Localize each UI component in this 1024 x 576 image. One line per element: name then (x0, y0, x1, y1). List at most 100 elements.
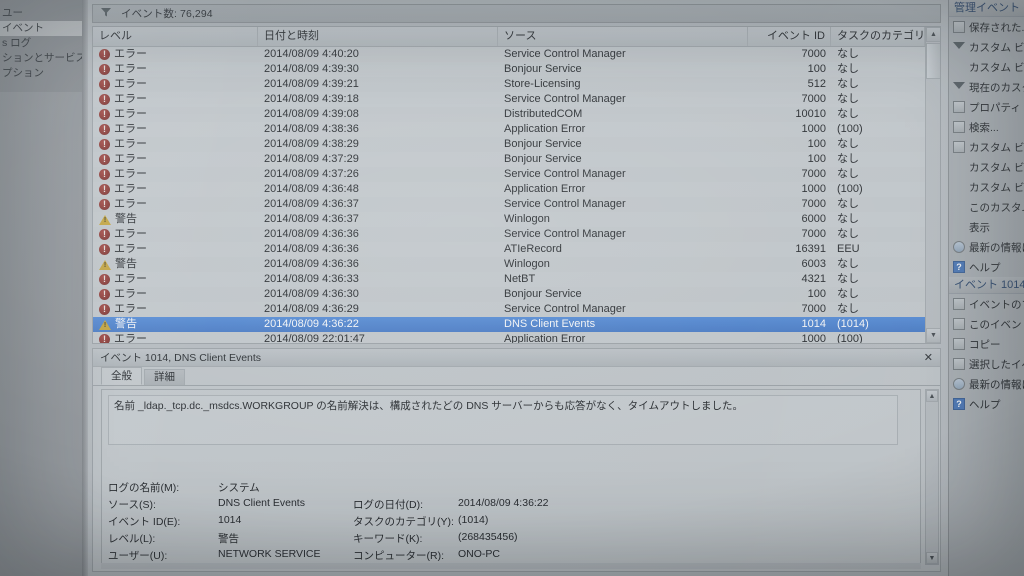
property-label: ログの名前(M): (108, 482, 180, 494)
actions-list-managed-events[interactable]: 保存された... カスタム ビュ... カスタム ビュ... 現在のカスタ... プロパ… (949, 17, 1024, 277)
scrollbar-thumb[interactable] (926, 43, 940, 79)
cell-level: エラー (114, 273, 147, 285)
table-row[interactable]: エラー 2014/08/09 4:39:18 Service Control Man… (93, 92, 940, 107)
action-item[interactable]: 最新の情報に... (949, 237, 1024, 257)
column-header-date[interactable]: 日付と時刻 (258, 27, 498, 46)
cell-cat: なし (837, 168, 859, 180)
table-row[interactable]: エラー 2014/08/09 4:38:29 Bonjour Service 100 な… (93, 137, 940, 152)
cell-eid: 100 (807, 288, 826, 300)
action-item-label: 最新の情報に... (969, 241, 1024, 254)
table-row[interactable]: エラー 2014/08/09 4:40:20 Service Control Man… (93, 47, 940, 62)
cell-eid: 7000 (801, 198, 826, 210)
details-scrollbar[interactable]: ▲ ▼ (925, 389, 939, 565)
close-icon[interactable]: ✕ (921, 351, 936, 364)
search-icon (953, 121, 965, 133)
table-row[interactable]: エラー 2014/08/09 4:36:30 Bonjour Service 100 な… (93, 287, 940, 302)
action-item[interactable]: ? ヘルプ (949, 394, 1024, 414)
action-item[interactable]: カスタム ビュー... (949, 137, 1024, 157)
table-row[interactable]: エラー 2014/08/09 4:36:48 Application Error 10… (93, 182, 940, 197)
details-horizontal-scrollbar[interactable] (101, 563, 921, 569)
table-row[interactable]: 警告 2014/08/09 4:36:37 Winlogon 6000 なし (93, 212, 940, 227)
event-list-rows[interactable]: エラー 2014/08/09 4:40:20 Service Control Man… (93, 47, 940, 343)
table-row[interactable]: エラー 2014/08/09 4:39:30 Bonjour Service 100 な… (93, 62, 940, 77)
tab-details[interactable]: 詳細 (144, 369, 185, 385)
cell-level: エラー (114, 153, 147, 165)
tab-general[interactable]: 全般 (101, 367, 142, 385)
details-tabstrip[interactable]: 全般 詳細 (93, 367, 940, 386)
action-item-label: 検索... (969, 121, 999, 134)
details-scroll-up-icon[interactable]: ▲ (926, 390, 938, 402)
action-item[interactable]: コピー (949, 334, 1024, 354)
blank-icon (953, 61, 965, 73)
table-row[interactable]: エラー 2014/08/09 4:36:37 Service Control Man… (93, 197, 940, 212)
error-icon (99, 198, 110, 210)
cell-level: エラー (114, 168, 147, 180)
table-row[interactable]: エラー 2014/08/09 4:39:08 DistributedCOM 10010… (93, 107, 940, 122)
action-item[interactable]: 表示 (949, 217, 1024, 237)
cell-date: 2014/08/09 4:36:36 (264, 258, 359, 270)
cell-cat: なし (837, 288, 859, 300)
action-item-label: 表示 (969, 221, 990, 234)
action-item[interactable]: 最新の情報に更... (949, 374, 1024, 394)
table-row[interactable]: エラー 2014/08/09 4:36:33 NetBT 4321 なし (93, 272, 940, 287)
cell-source: Bonjour Service (504, 153, 582, 165)
cell-level: エラー (114, 198, 147, 210)
copy-icon (953, 338, 965, 350)
actions-list-event[interactable]: イベントのプロ... このイベントにタ... コピー選択したイベン... 最新の情報に… (949, 294, 1024, 414)
scroll-down-arrow-icon[interactable]: ▼ (926, 328, 940, 343)
table-row[interactable]: エラー 2014/08/09 4:36:36 Service Control Man… (93, 227, 940, 242)
cell-level: エラー (114, 63, 147, 75)
action-item[interactable]: カスタム ビュー... (949, 177, 1024, 197)
property-label-2 (353, 480, 458, 495)
action-item[interactable]: プロパティ (949, 97, 1024, 117)
folder-icon (953, 21, 965, 33)
cell-source: Application Error (504, 123, 586, 135)
action-item-label: カスタム ビュー... (969, 141, 1024, 154)
table-row[interactable]: エラー 2014/08/09 4:38:36 Application Error 10… (93, 122, 940, 137)
column-header-eid[interactable]: イベント ID (748, 27, 831, 46)
action-item[interactable]: カスタム ビュー... (949, 157, 1024, 177)
event-list-scrollbar[interactable]: ▲ ▼ (925, 27, 940, 343)
action-item[interactable]: 保存された... (949, 17, 1024, 37)
action-item[interactable]: カスタム ビュ... (949, 37, 1024, 57)
table-row[interactable]: 警告 2014/08/09 4:36:22 DNS Client Events 101… (93, 317, 940, 332)
action-item[interactable]: このカスタム ビ... (949, 197, 1024, 217)
table-row[interactable]: エラー 2014/08/09 4:37:29 Bonjour Service 100 な… (93, 152, 940, 167)
table-row[interactable]: 警告 2014/08/09 4:36:36 Winlogon 6003 なし (93, 257, 940, 272)
action-item[interactable]: 検索... (949, 117, 1024, 137)
cell-date: 2014/08/09 4:37:26 (264, 168, 359, 180)
cell-date: 2014/08/09 4:38:29 (264, 138, 359, 150)
tree-item[interactable]: イベント (0, 21, 88, 36)
action-item[interactable]: ? ヘルプ (949, 257, 1024, 277)
action-item[interactable]: このイベントにタ... (949, 314, 1024, 334)
column-header-cat[interactable]: タスクのカテゴリ (831, 27, 925, 46)
column-header-source[interactable]: ソース (498, 27, 748, 46)
tree-item[interactable]: ユー (0, 6, 88, 21)
property-label: イベント ID(E): (108, 516, 181, 528)
cell-level: 警告 (115, 318, 137, 330)
table-row[interactable]: エラー 2014/08/09 4:36:36 ATIeRecord 16391 EEU (93, 242, 940, 257)
tree-item[interactable]: s ログ (0, 36, 88, 51)
property-value-2: (1014) (458, 514, 489, 526)
action-item[interactable]: 選択したイベン... (949, 354, 1024, 374)
tree-item[interactable]: ションとサービス ログ (0, 51, 88, 66)
event-count-bar[interactable]: イベント数: 76,294 (92, 4, 941, 23)
table-row[interactable]: エラー 2014/08/09 22:01:47 Application Error 1… (93, 332, 940, 343)
cell-eid: 4321 (801, 273, 826, 285)
event-list[interactable]: レベル日付と時刻ソースイベント IDタスクのカテゴリ エラー 2014/08/09… (92, 26, 941, 344)
scroll-up-arrow-icon[interactable]: ▲ (926, 27, 940, 42)
property-value: NETWORK SERVICE (218, 548, 321, 560)
action-item[interactable]: イベントのプロ... (949, 294, 1024, 314)
details-scroll-down-icon[interactable]: ▼ (926, 552, 938, 564)
table-row[interactable]: エラー 2014/08/09 4:36:29 Service Control Man… (93, 302, 940, 317)
column-header-level[interactable]: レベル (93, 27, 258, 46)
action-item[interactable]: カスタム ビュ... (949, 57, 1024, 77)
action-item[interactable]: 現在のカスタ... (949, 77, 1024, 97)
table-row[interactable]: エラー 2014/08/09 4:39:21 Store-Licensing 512 な… (93, 77, 940, 92)
cell-eid: 10010 (795, 108, 826, 120)
cell-date: 2014/08/09 4:39:30 (264, 63, 359, 75)
cell-level: 警告 (115, 258, 137, 270)
tree-item[interactable]: プション (0, 66, 88, 81)
help-icon: ? (953, 261, 965, 273)
table-row[interactable]: エラー 2014/08/09 4:37:26 Service Control Man… (93, 167, 940, 182)
